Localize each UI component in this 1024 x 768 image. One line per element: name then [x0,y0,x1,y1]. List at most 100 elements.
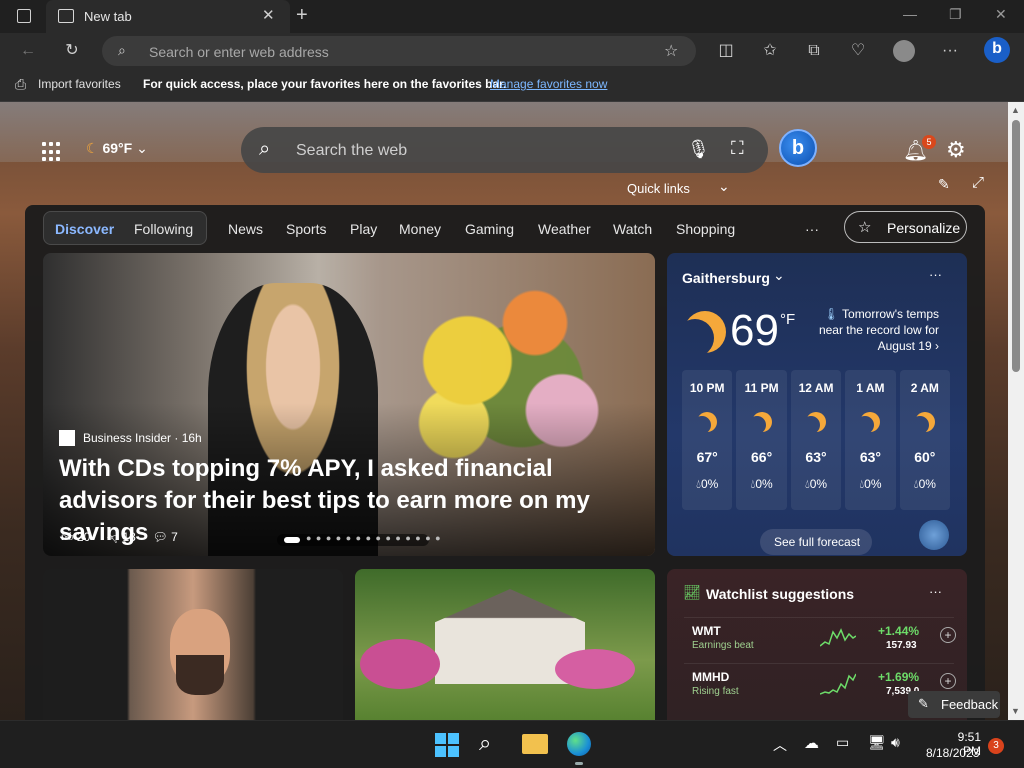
notification-center-badge[interactable]: 3 [988,738,1004,754]
back-icon[interactable]: ← [16,39,40,63]
import-favorites-button[interactable]: Import favorites [38,77,121,91]
weather-note[interactable]: 🌡︎ Tomorrow's temps near the record low … [807,306,939,354]
tab-gaming[interactable]: Gaming [465,221,514,237]
tab-following[interactable]: Following [134,221,193,237]
title-bar: New tab ✕ + — ❐ ✕ [0,0,1024,33]
minimize-icon[interactable]: — [903,6,917,22]
moon-icon [752,412,772,432]
watchlist-more-button[interactable]: ··· [929,584,942,599]
new-tab-button[interactable]: + [296,4,308,27]
profile-avatar[interactable] [892,39,916,63]
add-to-watchlist-button[interactable]: + [940,627,956,643]
browser-essentials-icon[interactable]: ♡ [846,39,870,63]
volume-icon[interactable]: 🔊︎ [891,734,900,751]
tab-new-tab[interactable]: New tab ✕ [46,0,290,33]
visual-search-icon[interactable]: ⛶ [731,138,744,159]
settings-gear-icon[interactable]: ⚙ [946,137,966,163]
hour-slot[interactable]: 12 AM 63° 💧︎0% [790,370,842,510]
hero-article[interactable]: Business Insider · 16h With CDs topping … [43,253,655,556]
split-screen-icon[interactable]: ◫ [714,39,738,63]
tab-actions-icon[interactable] [17,9,31,23]
tab-sports[interactable]: Sports [286,221,326,237]
stock-subtitle: Earnings beat [692,640,754,651]
tab-shopping[interactable]: Shopping [676,221,735,237]
hour-time: 11 PM [744,381,779,395]
moon-icon [697,412,717,432]
address-input[interactable]: Search or enter web address [149,44,329,60]
page-scrollbar[interactable]: ▲ ▼ [1008,102,1024,720]
favorite-star-icon[interactable]: ☆ [664,41,678,61]
video-card[interactable] [43,569,343,720]
dislike-icon[interactable]: 👎︎ [107,530,119,544]
microphone-icon[interactable]: 🎙︎ [687,139,710,160]
edge-icon[interactable] [567,732,591,756]
hour-temp: 66° [751,449,773,465]
bing-chat-icon[interactable]: b [779,129,817,167]
copilot-icon[interactable]: b [984,37,1010,63]
comment-icon[interactable]: 💬︎ [152,530,167,544]
quick-links-toggle[interactable]: Quick links [627,181,690,196]
tab-title: New tab [84,9,132,24]
network-icon[interactable]: 🖥︎ [868,734,886,751]
hour-temp: 63° [859,449,881,465]
like-icon[interactable]: 👍︎ [61,530,74,544]
battery-icon[interactable]: ▭ [836,734,849,751]
web-search-input[interactable]: Search the web [296,142,407,160]
more-menu-icon[interactable]: ··· [938,39,962,63]
personalize-button[interactable]: ☆ Personalize [844,211,967,243]
comment-count: 7 [171,530,178,544]
app-launcher-icon[interactable] [42,142,62,162]
weather-mini-widget[interactable]: ☾ 69°F ⌄ [86,140,148,157]
favorites-icon[interactable]: ✩ [758,39,782,63]
add-to-watchlist-button[interactable]: + [940,673,956,689]
file-explorer-icon[interactable] [522,734,548,754]
hour-precip: 💧︎0% [696,477,719,491]
see-full-forecast-button[interactable]: See full forecast [760,529,872,555]
article-card-house[interactable] [355,569,655,720]
close-window-icon[interactable]: ✕ [995,6,1007,23]
stock-row[interactable]: WMT Earnings beat +1.44% 157.93 + [684,617,956,657]
tab-money[interactable]: Money [399,221,441,237]
weather-location[interactable]: Gaithersburg [682,270,770,286]
chevron-up-icon[interactable]: ︿ [773,735,787,755]
chevron-down-icon[interactable]: ⌄ [718,178,730,195]
scroll-thumb[interactable] [1012,120,1020,372]
restore-icon[interactable]: ❐ [949,6,962,23]
hour-slot[interactable]: 1 AM 63° 💧︎0% [845,370,896,510]
tab-discover[interactable]: Discover [55,221,114,237]
chevron-down-icon[interactable]: ⌄ [773,267,785,284]
web-search-box[interactable]: ⌕ Search the web 🎙︎ ⛶ [241,127,768,173]
weather-map-icon[interactable] [919,520,949,550]
feedback-button[interactable]: ✎ Feedback [908,691,1000,718]
scroll-up-arrow[interactable]: ▲ [1011,105,1020,115]
carousel-dots[interactable]: ● ● ● ● ● ● ● ● ● ● ● ● ● ● [306,533,442,543]
nav-more-button[interactable]: ··· [805,221,819,237]
start-icon[interactable] [435,733,459,757]
refresh-icon[interactable]: ↻ [60,39,84,63]
close-tab-icon[interactable]: ✕ [262,6,275,24]
cloud-off-icon[interactable]: ☁ [804,734,819,752]
collections-icon[interactable]: ⧉ [802,39,826,63]
carousel-dot-active[interactable] [284,537,300,543]
weather-more-button[interactable]: ··· [929,267,942,282]
scroll-down-arrow[interactable]: ▼ [1011,706,1020,716]
search-icon[interactable]: ⌕ [479,730,491,756]
weather-card: Gaithersburg ⌄ ··· 69 °F 🌡︎ Tomorrow's t… [667,253,967,556]
clock-date[interactable]: 8/18/2023 [926,746,979,760]
weather-unit: °F [780,311,796,328]
hour-slot[interactable]: 11 PM 66° 💧︎0% [736,370,787,510]
flower-bush-image [360,639,440,689]
edit-background-icon[interactable]: ✎ [938,176,950,193]
tab-weather[interactable]: Weather [538,221,591,237]
hour-slot[interactable]: 10 PM 67° 💧︎0% [682,370,733,510]
tab-news[interactable]: News [228,221,263,237]
address-bar[interactable]: ⌕ Search or enter web address ☆ [102,36,696,66]
dislike-count: 18 [122,530,136,544]
hour-slot[interactable]: 2 AM 60° 💧︎0% [899,370,951,510]
tab-play[interactable]: Play [350,221,377,237]
article-reactions: 👍︎ 20 👎︎ 18 💬︎ 7 [61,530,178,545]
tab-watch[interactable]: Watch [613,221,652,237]
manage-favorites-link[interactable]: Manage favorites now [490,77,607,91]
hour-precip: 💧︎0% [859,477,882,491]
expand-icon[interactable]: ⤢ [972,174,984,191]
